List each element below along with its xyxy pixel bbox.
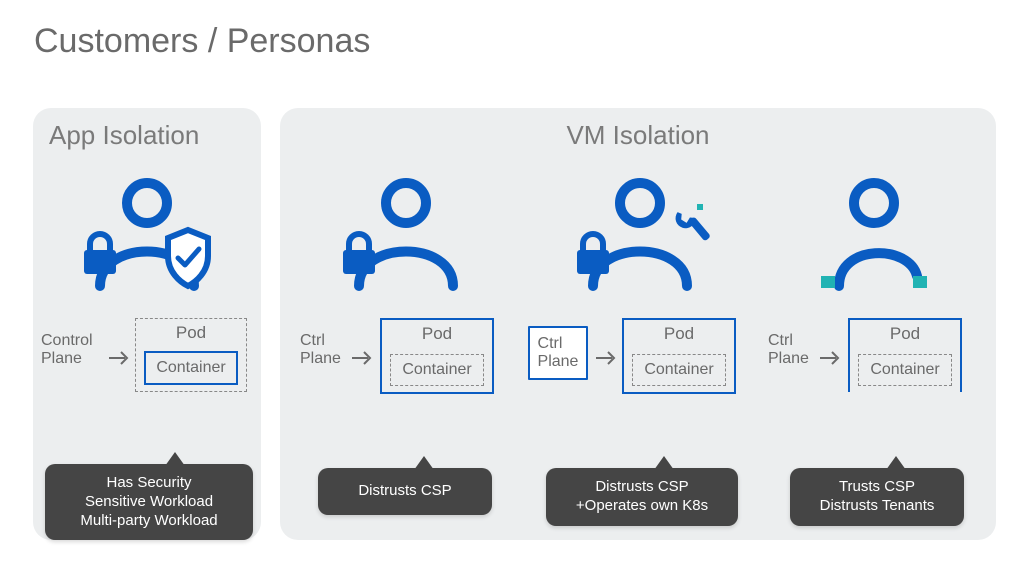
ctrl-plane-label: Ctrl Plane (768, 332, 809, 369)
slide: Customers / Personas App Isolation (0, 0, 1024, 576)
arrow-icon (594, 348, 618, 368)
pod-label: Pod (850, 324, 960, 344)
callout-text: Trusts CSP Distrusts Tenants (820, 478, 935, 514)
column-app: Control Plane Pod Container Has Security… (35, 168, 259, 528)
pod-box: Pod Container (848, 318, 962, 392)
callout-vm-3: Trusts CSP Distrusts Tenants (790, 468, 964, 526)
container-label: Container (402, 361, 471, 379)
pod-box: Pod Container (135, 318, 247, 392)
ctrl-plane-label: Ctrl Plane (538, 335, 579, 370)
pod-label: Pod (624, 324, 734, 344)
slide-title: Customers / Personas (34, 22, 370, 61)
pod-label: Pod (136, 323, 246, 343)
arrow-icon (818, 348, 842, 368)
ctrl-plane-label: Ctrl Plane (300, 332, 341, 369)
panel-vm-isolation: VM Isolation Ctrl Plane (280, 108, 996, 540)
persona-icon-lock (331, 168, 481, 298)
container-box: Container (390, 354, 484, 386)
box-row: Ctrl Plane Pod Container (528, 318, 752, 398)
column-vm-2: Ctrl Plane Pod Container Distrusts CSP +… (528, 168, 752, 528)
container-label: Container (156, 359, 225, 377)
panel-title-app: App Isolation (49, 120, 199, 151)
ctrl-plane-box: Ctrl Plane (528, 326, 588, 380)
callout-vm-2: Distrusts CSP +Operates own K8s (546, 468, 738, 526)
arrow-icon (350, 348, 374, 368)
box-row: Ctrl Plane Pod Container (294, 318, 518, 398)
pod-label: Pod (382, 324, 492, 344)
column-vm-3: Ctrl Plane Pod Container Trusts CSP Dist… (762, 168, 986, 528)
container-box: Container (632, 354, 726, 386)
box-row: Control Plane Pod Container (35, 318, 259, 398)
box-row: Ctrl Plane Pod Container (762, 318, 986, 398)
container-label: Container (644, 361, 713, 379)
pod-box: Pod Container (622, 318, 736, 394)
callout-text: Has Security Sensitive Workload Multi-pa… (80, 474, 217, 529)
callout-text: Distrusts CSP +Operates own K8s (576, 478, 708, 514)
callout-vm-1: Distrusts CSP (318, 468, 492, 515)
arrow-icon (107, 348, 131, 368)
persona-icon-lock-shield (72, 168, 222, 298)
container-box: Container (858, 354, 952, 386)
persona-icon-lock-wrench (565, 168, 715, 298)
panel-title-vm: VM Isolation (280, 120, 996, 151)
callout-app: Has Security Sensitive Workload Multi-pa… (45, 464, 253, 540)
persona-icon-tenant (799, 168, 949, 298)
column-vm-1: Ctrl Plane Pod Container Distrusts CSP (294, 168, 518, 528)
control-plane-label: Control Plane (41, 332, 93, 369)
pod-box: Pod Container (380, 318, 494, 394)
callout-text: Distrusts CSP (358, 482, 451, 499)
container-box: Container (144, 351, 238, 385)
panel-app-isolation: App Isolation (33, 108, 261, 540)
container-label: Container (870, 361, 939, 379)
